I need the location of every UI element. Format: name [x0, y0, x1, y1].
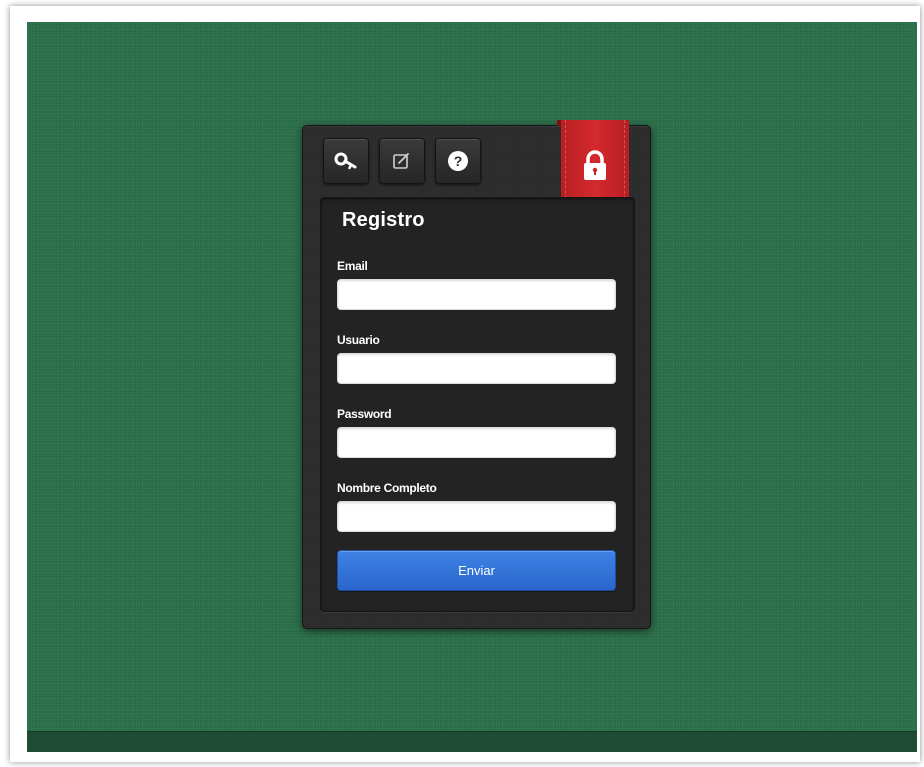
- key-icon: [334, 151, 358, 171]
- ribbon-fold: [557, 120, 561, 126]
- help-tab-button[interactable]: ?: [435, 138, 481, 184]
- login-tab-button[interactable]: [323, 138, 369, 184]
- username-label: Usuario: [337, 333, 380, 347]
- username-field[interactable]: [337, 353, 616, 384]
- edit-icon: [392, 151, 412, 171]
- password-field[interactable]: [337, 427, 616, 458]
- form-title: Registro: [342, 209, 425, 231]
- password-label: Password: [337, 407, 392, 421]
- email-field[interactable]: [337, 279, 616, 310]
- registration-panel: ? Registro Email Usuario Password Nombre…: [302, 120, 651, 629]
- full-name-label: Nombre Completo: [337, 481, 437, 495]
- svg-text:?: ?: [454, 153, 463, 169]
- submit-button[interactable]: Enviar: [337, 550, 616, 591]
- full-name-field[interactable]: [337, 501, 616, 532]
- email-label: Email: [337, 259, 368, 273]
- register-tab-button[interactable]: [379, 138, 425, 184]
- page-background: ? Registro Email Usuario Password Nombre…: [27, 22, 917, 752]
- footer-strip: [27, 731, 917, 752]
- help-icon: ?: [447, 150, 469, 172]
- registration-form: Registro Email Usuario Password Nombre C…: [320, 197, 635, 612]
- lock-icon: [580, 150, 610, 187]
